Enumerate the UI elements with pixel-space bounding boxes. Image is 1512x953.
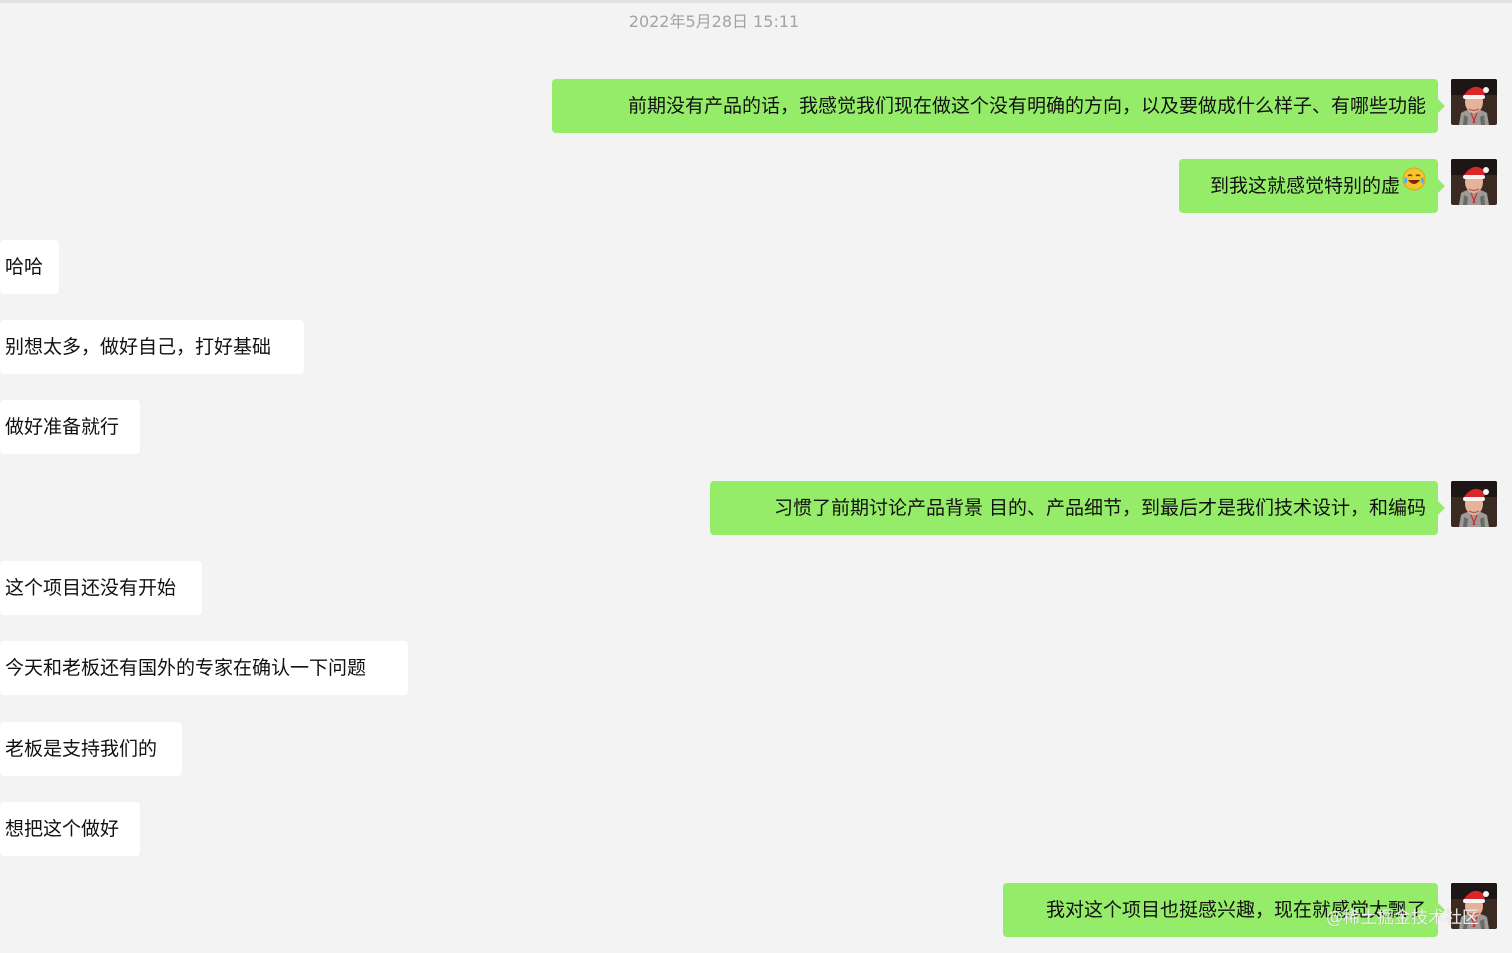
message-bubble-incoming[interactable]: 做好准备就行 — [0, 400, 140, 454]
santa-avatar-icon — [1451, 481, 1497, 527]
message-text: 到我这就感觉特别的虚 — [1209, 175, 1400, 197]
message-text: 这个项目还没有开始 — [5, 577, 177, 599]
top-divider — [0, 0, 1512, 3]
santa-avatar-icon — [1451, 159, 1497, 205]
message-bubble-outgoing[interactable]: 到我这就感觉特别的虚 — [1179, 159, 1438, 213]
bubble-tail — [1438, 99, 1445, 113]
message-text: 习惯了前期讨论产品背景 目的、产品细节，到最后才是我们技术设计，和编码 — [773, 497, 1426, 519]
message-bubble-outgoing[interactable]: 前期没有产品的话，我感觉我们现在做这个没有明确的方向，以及要做成什么样子、有哪些… — [552, 79, 1438, 133]
message-text: 哈哈 — [5, 256, 44, 278]
message-text: 老板是支持我们的 — [5, 738, 158, 760]
santa-avatar-icon — [1451, 79, 1497, 125]
message-bubble-incoming[interactable]: 老板是支持我们的 — [0, 722, 182, 776]
message-bubble-incoming[interactable]: 今天和老板还有国外的专家在确认一下问题 — [0, 641, 408, 695]
message-text: 前期没有产品的话，我感觉我们现在做这个没有明确的方向，以及要做成什么样子、有哪些… — [627, 95, 1426, 117]
avatar[interactable] — [1451, 79, 1497, 125]
bubble-tail — [1438, 179, 1445, 193]
message-text: 别想太多，做好自己，打好基础 — [5, 336, 272, 358]
avatar[interactable] — [1451, 481, 1497, 527]
watermark: @稀土掘金技术社区 — [1326, 908, 1479, 928]
laughing-crying-emoji-icon — [1402, 159, 1426, 212]
message-bubble-incoming[interactable]: 这个项目还没有开始 — [0, 561, 202, 615]
message-bubble-incoming[interactable]: 想把这个做好 — [0, 802, 140, 856]
bubble-tail — [1438, 501, 1445, 515]
message-text: 做好准备就行 — [5, 416, 120, 438]
message-bubble-outgoing[interactable]: 习惯了前期讨论产品背景 目的、产品细节，到最后才是我们技术设计，和编码 — [710, 481, 1438, 535]
message-bubble-incoming[interactable]: 哈哈 — [0, 240, 59, 294]
message-text: 想把这个做好 — [5, 818, 120, 840]
message-text: 今天和老板还有国外的专家在确认一下问题 — [5, 657, 367, 679]
chat-timestamp: 2022年5月28日 15:11 — [628, 12, 800, 31]
avatar[interactable] — [1451, 159, 1497, 205]
message-bubble-incoming[interactable]: 别想太多，做好自己，打好基础 — [0, 320, 304, 374]
